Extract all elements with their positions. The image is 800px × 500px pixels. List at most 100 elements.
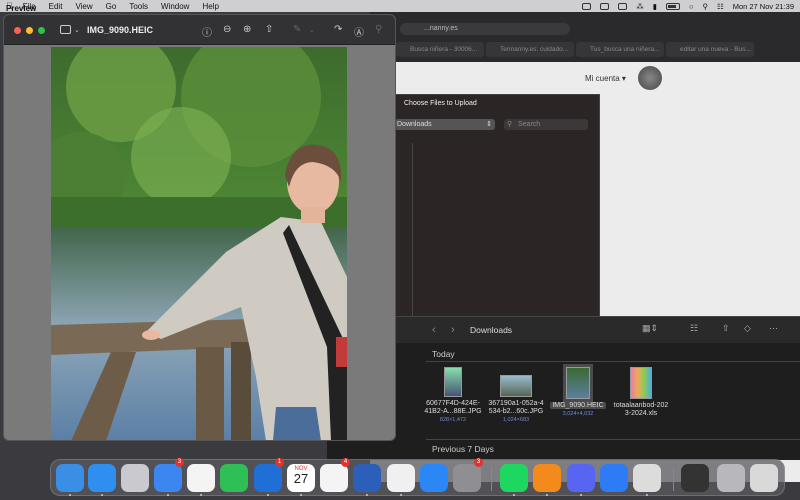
app-store-icon[interactable]: [420, 464, 448, 492]
finder-toolbar: ‹ › Downloads ▦⇕ ☷ ⇧ ◇ ⋯: [327, 317, 800, 343]
trash-icon[interactable]: [717, 464, 745, 492]
menu-window[interactable]: Window: [161, 2, 189, 11]
zoom-button[interactable]: [38, 27, 45, 34]
browser-tab[interactable]: Busca niñera - 30006...: [396, 42, 484, 57]
avatar[interactable]: [638, 66, 662, 90]
search-icon[interactable]: ⚲: [375, 24, 382, 35]
dialog-search-field[interactable]: ⚲ Search: [504, 119, 588, 130]
wifi-icon[interactable]: ○: [689, 2, 694, 11]
downloads-stack-icon[interactable]: [750, 464, 778, 492]
more-icon[interactable]: ⋯: [769, 323, 778, 334]
facetime-icon[interactable]: [220, 464, 248, 492]
share-icon[interactable]: ⇧: [265, 24, 273, 35]
running-indicator: [366, 494, 368, 496]
window-title: IMG_9090.HEIC: [87, 25, 154, 35]
group-icon[interactable]: ☷: [690, 323, 698, 334]
divider: [426, 439, 800, 440]
chevron-down-icon[interactable]: ⌄: [309, 26, 315, 34]
search-spotlight-icon[interactable]: ⚲: [702, 2, 708, 11]
forward-icon[interactable]: ›: [451, 324, 455, 336]
control-center-icon[interactable]: ☷: [717, 2, 724, 11]
running-indicator: [400, 494, 402, 496]
menu-go[interactable]: Go: [106, 2, 117, 11]
running-indicator: [546, 494, 548, 496]
share-icon[interactable]: ⇧: [722, 323, 730, 334]
section-today: Today: [432, 349, 455, 359]
instruments-icon[interactable]: [600, 464, 628, 492]
location-label: Downloads: [397, 121, 432, 128]
back-icon[interactable]: ‹: [432, 324, 436, 336]
search-placeholder: Search: [518, 121, 541, 128]
system-settings-icon[interactable]: [453, 464, 481, 492]
file-item-selected[interactable]: IMG_9090.HEIC 3,024×4,032: [543, 364, 613, 417]
running-indicator: [580, 494, 582, 496]
mail-icon[interactable]: [154, 464, 182, 492]
file-dimensions: 3,024×4,032: [562, 411, 594, 417]
markup-icon[interactable]: Ⓐ: [354, 24, 364, 39]
reminders-icon[interactable]: [320, 464, 348, 492]
file-item[interactable]: totaalaanbod-202 3-2024.xls: [606, 367, 676, 419]
calendar-day: 27: [293, 471, 309, 486]
photo-of-woman-on-bridge: [51, 47, 347, 440]
notification-badge: 3: [175, 458, 184, 467]
photos-icon[interactable]: [187, 464, 215, 492]
minimized-window-icon[interactable]: [681, 464, 709, 492]
battery-icon[interactable]: [665, 2, 680, 10]
launchpad-icon[interactable]: [121, 464, 149, 492]
view-grid-icon[interactable]: ▦⇕: [642, 323, 658, 334]
chevron-down-icon[interactable]: ⌄: [74, 26, 80, 34]
preview-window: ⌄ IMG_9090.HEIC ⓘ ⊖ ⊕ ⇧ ✎ ⌄ ↷ Ⓐ ⚲: [3, 14, 396, 441]
zoom-in-icon[interactable]: ⊕: [243, 24, 251, 35]
browser-tab[interactable]: Tus_busca una niñera...: [576, 42, 664, 57]
zoom-out-icon[interactable]: ⊖: [223, 24, 231, 35]
menu-tools[interactable]: Tools: [129, 2, 148, 11]
sidebar-toggle-icon[interactable]: [60, 25, 71, 34]
finder-title: Downloads: [470, 325, 513, 335]
menu-view[interactable]: View: [75, 2, 92, 11]
menu-clock[interactable]: Mon 27 Nov 21:39: [733, 2, 794, 11]
file-item[interactable]: 60677F4D-424E- 41B2-A...88E.JPG 828×1,472: [418, 367, 488, 423]
preview-toolbar: ⌄ IMG_9090.HEIC ⓘ ⊖ ⊕ ⇧ ✎ ⌄ ↷ Ⓐ ⚲: [4, 15, 395, 45]
finder-icon[interactable]: [56, 464, 84, 492]
menu-edit[interactable]: Edit: [49, 2, 63, 11]
running-indicator: [513, 494, 515, 496]
rotate-icon[interactable]: ↷: [334, 24, 342, 35]
menu-help[interactable]: Help: [202, 2, 218, 11]
vpn-icon[interactable]: [533, 464, 561, 492]
browser-tab[interactable]: editar una nueva - Bus...: [666, 42, 754, 57]
menubar-app-icon[interactable]: [618, 2, 628, 10]
discord-icon[interactable]: [567, 464, 595, 492]
running-indicator: [200, 494, 202, 496]
photo-image: [51, 47, 347, 440]
safari-icon[interactable]: [88, 464, 116, 492]
markup-pen-icon[interactable]: ✎: [293, 24, 301, 35]
calendar-icon[interactable]: NOV 27: [287, 464, 315, 492]
spotify-icon[interactable]: [500, 464, 528, 492]
browser-tab[interactable]: Tennanny.es: cuidado...: [486, 42, 574, 57]
search-icon: ⚲: [507, 121, 513, 128]
file-item[interactable]: 367190a1-052a-4 534-b2...60c.JPG 1,024×68…: [481, 367, 551, 423]
tag-icon[interactable]: ◇: [744, 323, 751, 334]
bluetooth-icon[interactable]: ⁂: [636, 2, 644, 11]
running-indicator: [646, 494, 648, 496]
chrome-icon[interactable]: [387, 464, 415, 492]
running-indicator: [69, 494, 71, 496]
vpn-status-icon[interactable]: [582, 2, 592, 10]
location-select[interactable]: Downloads ⇕: [395, 119, 495, 130]
info-icon[interactable]: ⓘ: [202, 24, 212, 39]
menu-app-name[interactable]: Preview: [6, 4, 36, 32]
outlook-icon[interactable]: [254, 464, 282, 492]
file-dimensions: 1,024×683: [502, 417, 530, 423]
creative-cloud-icon[interactable]: [600, 2, 610, 10]
volume-icon[interactable]: ▮: [653, 2, 657, 11]
preview-icon[interactable]: [633, 464, 661, 492]
notification-badge: 1: [275, 458, 284, 467]
running-indicator: [167, 494, 169, 496]
notification-badge: 4: [341, 458, 350, 467]
finder-window: ‹ › Downloads ▦⇕ ☷ ⇧ ◇ ⋯ Creative Cloud …: [327, 316, 800, 460]
file-name: IMG_9090.HEIC: [550, 402, 606, 409]
account-menu[interactable]: Mi cuenta ▾: [585, 74, 626, 83]
word-icon[interactable]: [353, 464, 381, 492]
notification-badge: 3: [474, 458, 483, 467]
address-bar[interactable]: ...nanny.es: [400, 23, 570, 35]
